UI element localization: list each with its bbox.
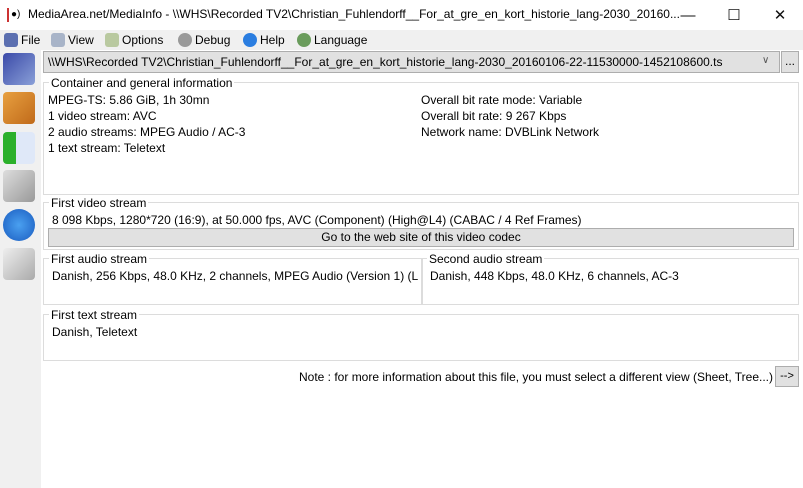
text-info: Danish, Teletext xyxy=(52,325,138,339)
general-line: 2 audio streams: MPEG Audio / AC-3 xyxy=(48,125,246,139)
file-select[interactable]: \\WHS\Recorded TV2\Christian_Fuhlendorff… xyxy=(43,51,780,73)
menu-label: Language xyxy=(314,33,368,47)
audio2-legend: Second audio stream xyxy=(427,252,545,266)
browse-button[interactable]: ... xyxy=(781,51,799,73)
menu-file[interactable]: File xyxy=(4,32,40,48)
debug-icon xyxy=(178,33,192,47)
close-button[interactable]: ✕ xyxy=(757,0,803,30)
audio1-info: Danish, 256 Kbps, 48.0 KHz, 2 channels, … xyxy=(52,269,419,283)
menu-view[interactable]: View xyxy=(51,32,94,48)
chevron-down-icon[interactable]: ∨ xyxy=(762,55,769,66)
language-icon xyxy=(297,33,311,47)
note-text: Note : for more information about this f… xyxy=(299,370,773,384)
menu-label: View xyxy=(68,33,94,47)
open-file-icon[interactable] xyxy=(3,53,35,85)
app-icon: ●) xyxy=(7,8,21,22)
next-view-button[interactable]: --> xyxy=(775,366,799,387)
open-folder-icon[interactable] xyxy=(3,92,35,124)
help-icon xyxy=(243,33,257,47)
window-title: MediaArea.net/MediaInfo - \\WHS\Recorded… xyxy=(28,7,680,21)
menu-help[interactable]: Help xyxy=(243,32,285,48)
options-icon xyxy=(105,33,119,47)
audio2-info: Danish, 448 Kbps, 48.0 KHz, 6 channels, … xyxy=(430,269,679,283)
about-icon[interactable] xyxy=(3,209,35,241)
codec-website-button[interactable]: Go to the web site of this video codec xyxy=(48,228,794,247)
text-legend: First text stream xyxy=(49,308,140,322)
menu-options[interactable]: Options xyxy=(105,32,163,48)
export-icon[interactable] xyxy=(3,132,35,164)
view-icon xyxy=(51,33,65,47)
video-info: 8 098 Kbps, 1280*720 (16:9), at 50.000 f… xyxy=(52,213,582,227)
video-legend: First video stream xyxy=(49,196,149,210)
file-icon xyxy=(4,33,18,47)
audio1-legend: First audio stream xyxy=(49,252,150,266)
menu-label: Help xyxy=(260,33,285,47)
general-line: Network name: DVBLink Network xyxy=(421,125,600,139)
general-legend: Container and general information xyxy=(49,76,235,90)
menu-label: Debug xyxy=(195,33,231,47)
text-group xyxy=(43,314,799,361)
web-icon[interactable] xyxy=(3,248,35,280)
minimize-button[interactable]: — xyxy=(665,0,711,30)
general-line: Overall bit rate: 9 267 Kbps xyxy=(421,109,567,123)
menu-label: File xyxy=(21,33,41,47)
menu-debug[interactable]: Debug xyxy=(178,32,230,48)
general-line: 1 video stream: AVC xyxy=(48,109,157,123)
menu-language[interactable]: Language xyxy=(297,32,367,48)
maximize-button[interactable]: ☐ xyxy=(711,0,757,30)
general-line: Overall bit rate mode: Variable xyxy=(421,93,583,107)
general-line: MPEG-TS: 5.86 GiB, 1h 30mn xyxy=(48,93,210,107)
menu-label: Options xyxy=(122,33,164,47)
preferences-icon[interactable] xyxy=(3,170,35,202)
general-line: 1 text stream: Teletext xyxy=(48,141,166,155)
